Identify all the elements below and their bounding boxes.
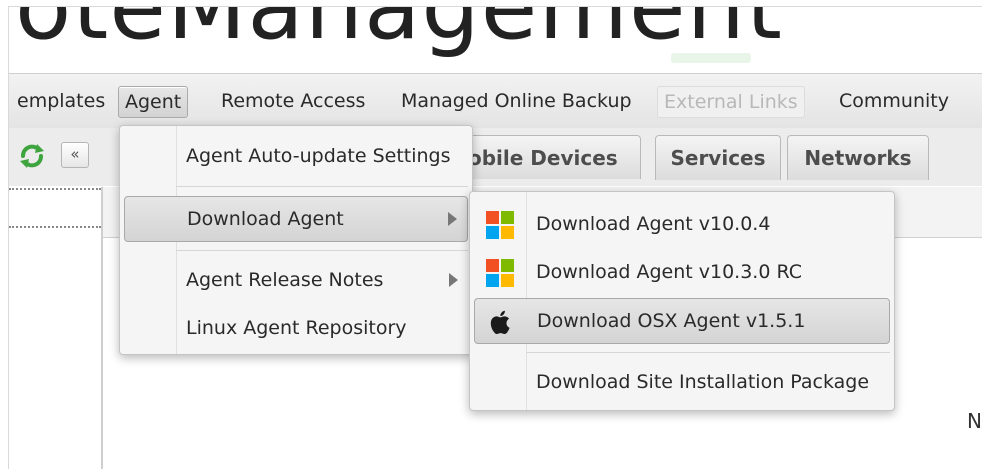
app-banner-title: oteManagement bbox=[15, 6, 784, 60]
menu-community[interactable]: Community bbox=[833, 86, 955, 116]
app-window: oteManagement emplates Agent Remote Acce… bbox=[8, 6, 982, 469]
menu-separator bbox=[176, 186, 468, 187]
menu-item-agent-auto-update-settings[interactable]: Agent Auto-update Settings bbox=[124, 134, 468, 178]
download-agent-submenu: Download Agent v10.0.4 Download Agent v1… bbox=[469, 191, 895, 411]
menu-item-download-agent-v10-3-0-rc[interactable]: Download Agent v10.3.0 RC bbox=[474, 250, 890, 294]
menu-item-label: Download Agent bbox=[187, 208, 344, 230]
menu-agent[interactable]: Agent bbox=[118, 86, 189, 118]
menu-separator bbox=[176, 250, 468, 251]
menu-managed-online-backup[interactable]: Managed Online Backup bbox=[395, 86, 638, 116]
apple-icon bbox=[490, 310, 510, 335]
menu-templates[interactable]: emplates bbox=[11, 86, 111, 116]
agent-dropdown-menu: Agent Auto-update Settings Download Agen… bbox=[119, 125, 473, 355]
collapse-panel-button[interactable]: « bbox=[61, 142, 89, 168]
menu-item-label: Agent Release Notes bbox=[186, 269, 384, 291]
refresh-icon[interactable] bbox=[17, 141, 47, 171]
menu-item-label: Download Site Installation Package bbox=[536, 371, 870, 393]
menu-item-label: Linux Agent Repository bbox=[186, 317, 407, 339]
menu-item-download-site-installation-package[interactable]: Download Site Installation Package bbox=[474, 360, 890, 404]
menu-item-label: Download OSX Agent v1.5.1 bbox=[537, 310, 806, 332]
menu-item-linux-agent-repository[interactable]: Linux Agent Repository bbox=[124, 306, 468, 350]
tab-mobile-devices[interactable]: obile Devices bbox=[459, 135, 641, 179]
windows-icon bbox=[486, 211, 514, 239]
menu-external-links[interactable]: External Links bbox=[657, 86, 805, 118]
tab-services[interactable]: Services bbox=[655, 135, 781, 180]
menu-item-label: Agent Auto-update Settings bbox=[186, 145, 451, 167]
menu-remote-access[interactable]: Remote Access bbox=[215, 86, 371, 116]
menu-item-download-osx-agent-v1-5-1[interactable]: Download OSX Agent v1.5.1 bbox=[474, 298, 890, 344]
menu-separator bbox=[526, 352, 890, 353]
submenu-arrow-icon bbox=[448, 212, 457, 226]
menu-item-label: Download Agent v10.3.0 RC bbox=[536, 261, 802, 283]
submenu-arrow-icon bbox=[449, 273, 458, 287]
menu-item-download-agent-v10-0-4[interactable]: Download Agent v10.0.4 bbox=[474, 202, 890, 246]
main-menubar: emplates Agent Remote Access Managed Onl… bbox=[9, 73, 982, 129]
tab-networks[interactable]: Networks bbox=[787, 135, 929, 180]
panel-divider bbox=[9, 188, 101, 190]
menu-item-label: Download Agent v10.0.4 bbox=[536, 213, 771, 235]
content-text-fragment: N bbox=[967, 409, 982, 433]
panel-divider bbox=[9, 226, 101, 228]
banner-decoration bbox=[671, 53, 751, 63]
menu-item-agent-release-notes[interactable]: Agent Release Notes bbox=[124, 258, 468, 302]
menu-item-download-agent[interactable]: Download Agent bbox=[124, 196, 468, 242]
windows-icon bbox=[486, 259, 514, 287]
